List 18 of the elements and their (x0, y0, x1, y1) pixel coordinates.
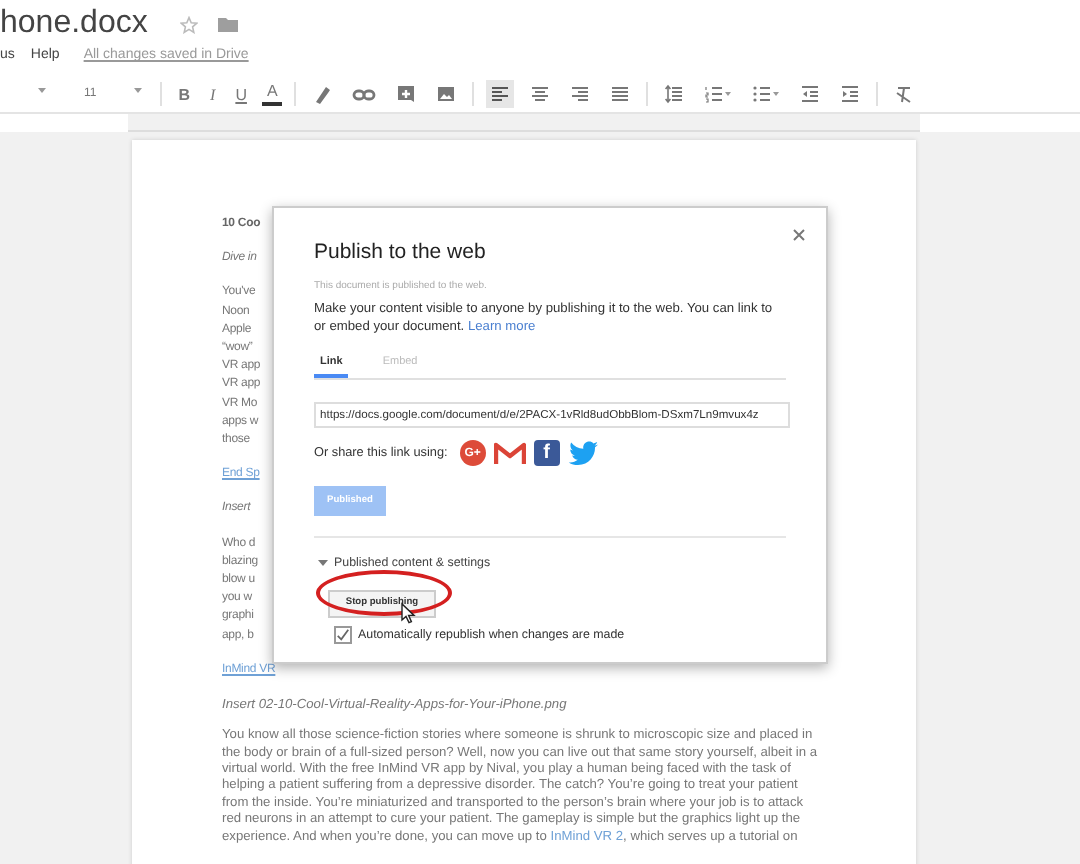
folder-icon[interactable] (217, 16, 238, 32)
expand-triangle-icon[interactable] (318, 558, 328, 568)
facebook-button[interactable]: f (533, 440, 560, 466)
dialog-title: Publish to the web (314, 240, 486, 264)
bird-icon[interactable] (567, 440, 600, 466)
italic-button[interactable]: I (206, 83, 220, 105)
text-color-button[interactable]: A (262, 82, 282, 106)
check-icon (336, 627, 350, 641)
underline-button[interactable]: U (231, 83, 251, 105)
align-left-icon[interactable] (485, 80, 514, 108)
mail-icon[interactable] (493, 441, 526, 465)
checkbox[interactable] (334, 625, 352, 643)
close-icon[interactable] (792, 228, 806, 242)
star-icon[interactable] (179, 15, 198, 33)
document-title[interactable]: hone.docx (0, 6, 148, 42)
line-spacing-icon[interactable] (659, 80, 688, 108)
bold-button[interactable]: B (174, 83, 195, 105)
mouse-pointer-icon (400, 602, 416, 624)
